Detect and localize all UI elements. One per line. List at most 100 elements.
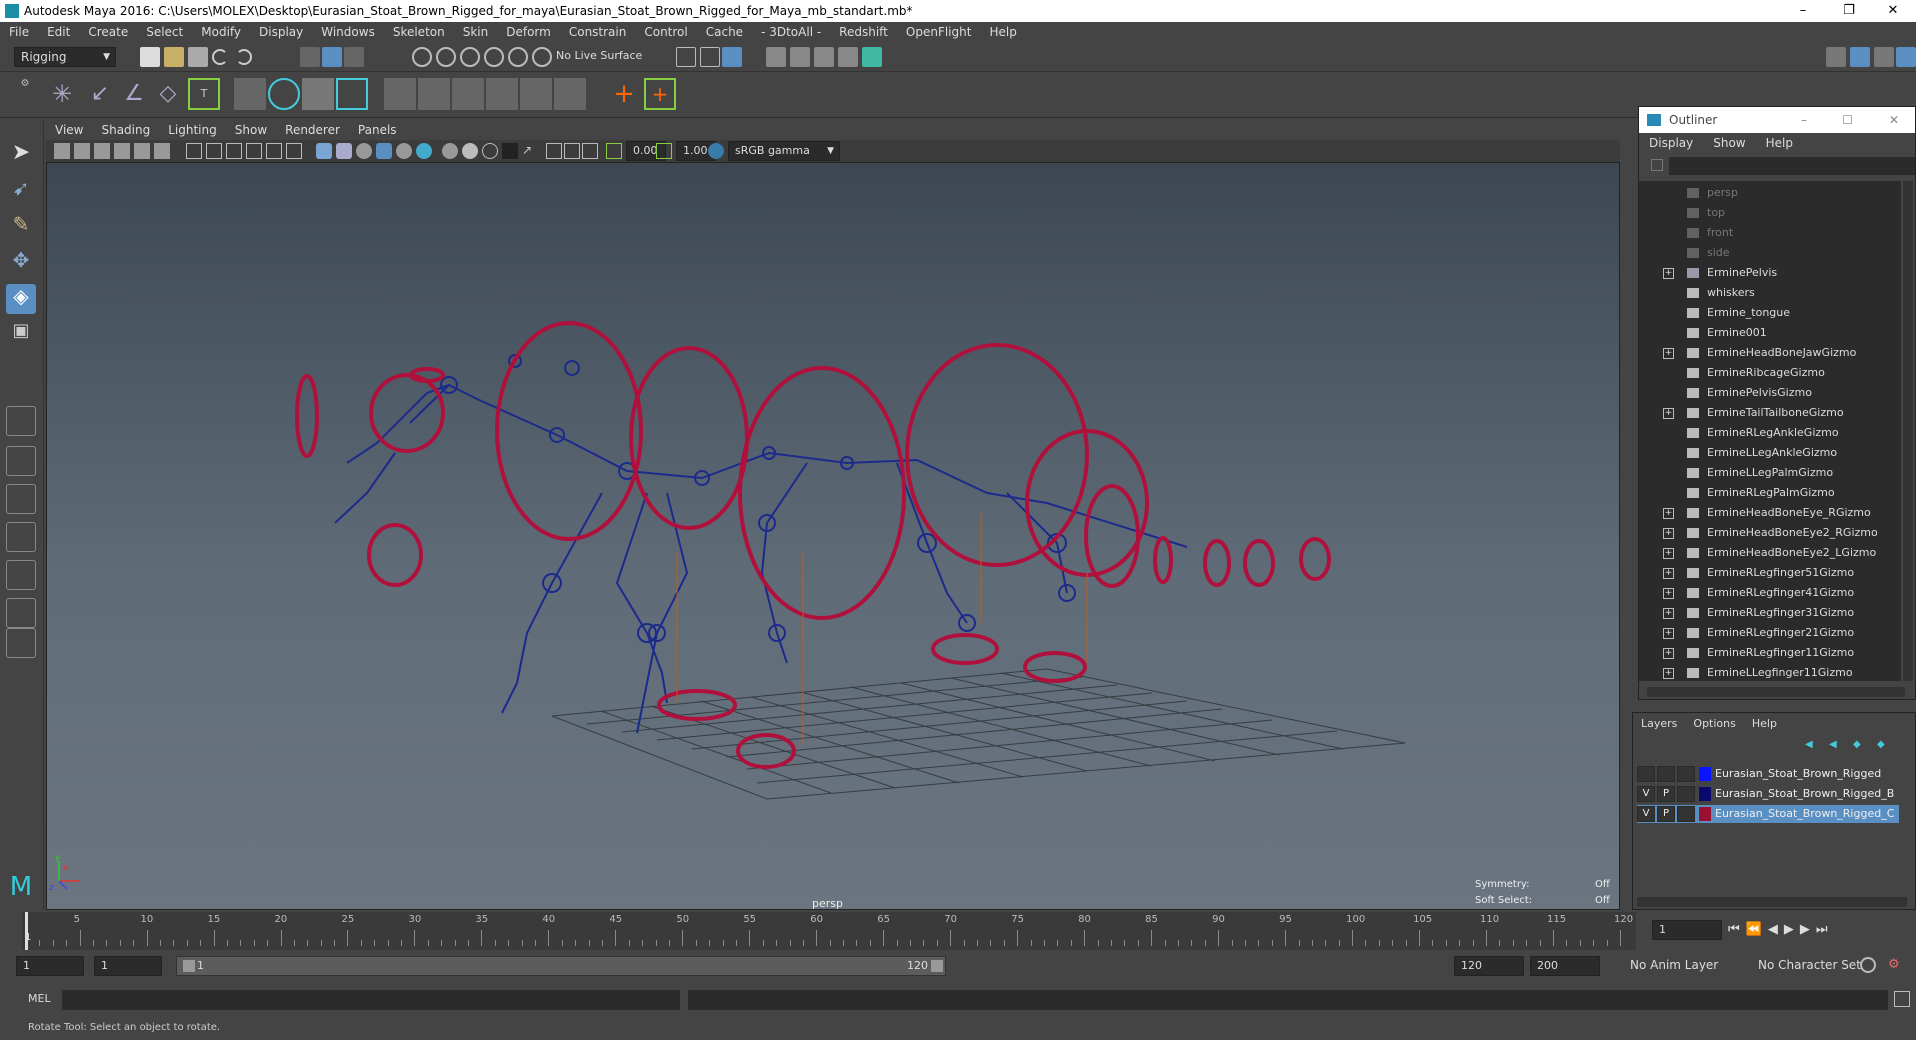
film-gate-icon[interactable] — [206, 143, 222, 159]
layer-hscroll[interactable] — [1637, 897, 1907, 907]
layer-playback-toggle[interactable]: P — [1657, 786, 1675, 802]
ipr-render-icon[interactable] — [790, 47, 810, 67]
lattice-icon[interactable] — [302, 78, 334, 110]
wireframe-icon[interactable] — [316, 143, 332, 159]
select-camera-icon[interactable] — [54, 143, 70, 159]
resolution-gate-icon[interactable] — [226, 143, 242, 159]
layer-playback-toggle[interactable] — [1657, 766, 1675, 782]
layer-visibility-toggle[interactable] — [1637, 766, 1655, 782]
image-plane-icon[interactable] — [114, 143, 130, 159]
xray-active-icon[interactable] — [564, 143, 580, 159]
cluster-handle-icon[interactable]: + — [644, 78, 676, 110]
menu-edit[interactable]: Edit — [38, 22, 79, 42]
command-input[interactable] — [62, 990, 680, 1010]
expand-icon[interactable]: + — [1663, 268, 1674, 279]
four-view-icon[interactable] — [6, 446, 36, 476]
modeling-toolkit-icon[interactable] — [1826, 47, 1846, 67]
layer-menu-help[interactable]: Help — [1744, 713, 1785, 735]
panel-menu-lighting[interactable]: Lighting — [159, 120, 226, 140]
perspective-viewport[interactable]: x y z persp Symmetry: Off Soft Select: O… — [46, 162, 1620, 910]
character-set-dropdown[interactable]: No Character Set — [1752, 956, 1864, 976]
cluster-icon[interactable] — [336, 78, 368, 110]
menu-windows[interactable]: Windows — [312, 22, 384, 42]
go-to-end-icon[interactable]: ⏭ — [1816, 922, 1834, 937]
depth-of-field-icon[interactable] — [502, 143, 518, 159]
outliner-menu-display[interactable]: Display — [1639, 133, 1703, 153]
snap-grid-icon[interactable] — [412, 47, 432, 67]
tool-settings-icon[interactable] — [1874, 47, 1894, 67]
outliner-menu-show[interactable]: Show — [1703, 133, 1755, 153]
construction-history-icon[interactable] — [722, 47, 742, 67]
layer-row[interactable]: Eurasian_Stoat_Brown_Rigged — [1637, 765, 1899, 783]
auto-key-icon[interactable] — [1860, 957, 1876, 973]
motion-blur-icon[interactable] — [462, 143, 478, 159]
panel-menu-show[interactable]: Show — [226, 120, 276, 140]
outliner-item[interactable]: + ErmineRLegfinger21Gizmo — [1639, 623, 1897, 643]
point-constraint-icon[interactable] — [384, 78, 416, 110]
range-bar[interactable]: 1 120 — [176, 956, 946, 976]
outliner-item[interactable]: Ermine001 — [1639, 323, 1897, 343]
menu-control[interactable]: Control — [635, 22, 696, 42]
expand-icon[interactable]: + — [1663, 528, 1674, 539]
expand-icon[interactable]: + — [1663, 568, 1674, 579]
orient-constraint-icon[interactable] — [452, 78, 484, 110]
outliner-item[interactable]: ErmineLLegAnkleGizmo — [1639, 443, 1897, 463]
layout-menu-icon[interactable] — [6, 628, 36, 658]
menu-deform[interactable]: Deform — [497, 22, 560, 42]
outliner-item[interactable]: whiskers — [1639, 283, 1897, 303]
menu-redshift[interactable]: Redshift — [830, 22, 897, 42]
menu-file[interactable]: File — [0, 22, 38, 42]
select-tool-icon[interactable]: ➤ — [6, 140, 36, 170]
input-ops-icon[interactable] — [676, 47, 696, 67]
layer-menu-options[interactable]: Options — [1685, 713, 1743, 735]
outliner-item[interactable]: Ermine_tongue — [1639, 303, 1897, 323]
script-editor-icon[interactable] — [1894, 991, 1910, 1007]
layer-visibility-toggle[interactable]: V — [1637, 786, 1655, 802]
isolate-select-icon[interactable]: ↗ — [522, 143, 538, 159]
field-chart-icon[interactable] — [266, 143, 282, 159]
step-back-icon[interactable]: ⏪ — [1746, 922, 1768, 937]
start-time-field[interactable]: 1 — [16, 956, 84, 976]
outliner-item[interactable]: + ErmineLLegfinger11Gizmo — [1639, 663, 1897, 681]
snap-view-plane-icon[interactable] — [484, 47, 504, 67]
layer-row[interactable]: V P Eurasian_Stoat_Brown_Rigged_C — [1637, 805, 1899, 823]
outliner-item[interactable]: ErminePelvisGizmo — [1639, 383, 1897, 403]
smooth-shade-icon[interactable] — [336, 143, 352, 159]
layer-type-toggle[interactable] — [1677, 766, 1695, 782]
expand-icon[interactable]: + — [1663, 668, 1674, 679]
aim-constraint-icon[interactable] — [418, 78, 450, 110]
panel-menu-view[interactable]: View — [46, 120, 92, 140]
open-scene-icon[interactable] — [164, 47, 184, 67]
outliner-item[interactable]: top — [1639, 203, 1897, 223]
expand-icon[interactable]: + — [1663, 548, 1674, 559]
layer-color-swatch[interactable] — [1699, 767, 1711, 781]
snap-surface-icon[interactable] — [508, 47, 528, 67]
expand-icon[interactable]: + — [1663, 348, 1674, 359]
scale-tool-icon[interactable]: ▣ — [6, 320, 36, 350]
persp-graph-icon[interactable] — [6, 522, 36, 552]
outliner-item[interactable]: side — [1639, 243, 1897, 263]
safe-action-icon[interactable] — [286, 143, 302, 159]
outliner-item[interactable]: front — [1639, 223, 1897, 243]
outliner-item[interactable]: + ErminePelvis — [1639, 263, 1897, 283]
outliner-item[interactable]: ErmineRLegAnkleGizmo — [1639, 423, 1897, 443]
undo-icon[interactable] — [212, 49, 228, 65]
pole-vector-icon[interactable] — [554, 78, 586, 110]
xray-joints-icon[interactable] — [376, 143, 392, 159]
outliner-item[interactable]: + ErmineRLegfinger51Gizmo — [1639, 563, 1897, 583]
joint-tool-icon[interactable]: ✳ — [46, 78, 78, 110]
use-all-lights-icon[interactable] — [396, 143, 412, 159]
xray-icon[interactable] — [546, 143, 562, 159]
outliner-item[interactable]: + ErmineHeadBoneJawGizmo — [1639, 343, 1897, 363]
outliner-item[interactable]: + ErmineRLegfinger41Gizmo — [1639, 583, 1897, 603]
bookmarks-icon[interactable] — [94, 143, 110, 159]
color-space-dropdown[interactable]: sRGB gamma ▼ — [728, 141, 840, 161]
panel-menu-shading[interactable]: Shading — [92, 120, 159, 140]
anim-layer-dropdown[interactable]: No Anim Layer — [1624, 956, 1736, 976]
ik-spline-icon[interactable]: ∠ — [118, 78, 150, 110]
end-time-field[interactable]: 200 — [1530, 956, 1600, 976]
lasso-tool-icon[interactable]: ➹ — [6, 176, 36, 206]
time-slider-track[interactable]: 5 10 15 20 25 30 35 40 45 50 55 60 65 70 75 80 85 90 95 100… — [22, 912, 1636, 950]
outliner-item[interactable]: ErmineRibcageGizmo — [1639, 363, 1897, 383]
layer-playback-toggle[interactable]: P — [1657, 806, 1675, 822]
